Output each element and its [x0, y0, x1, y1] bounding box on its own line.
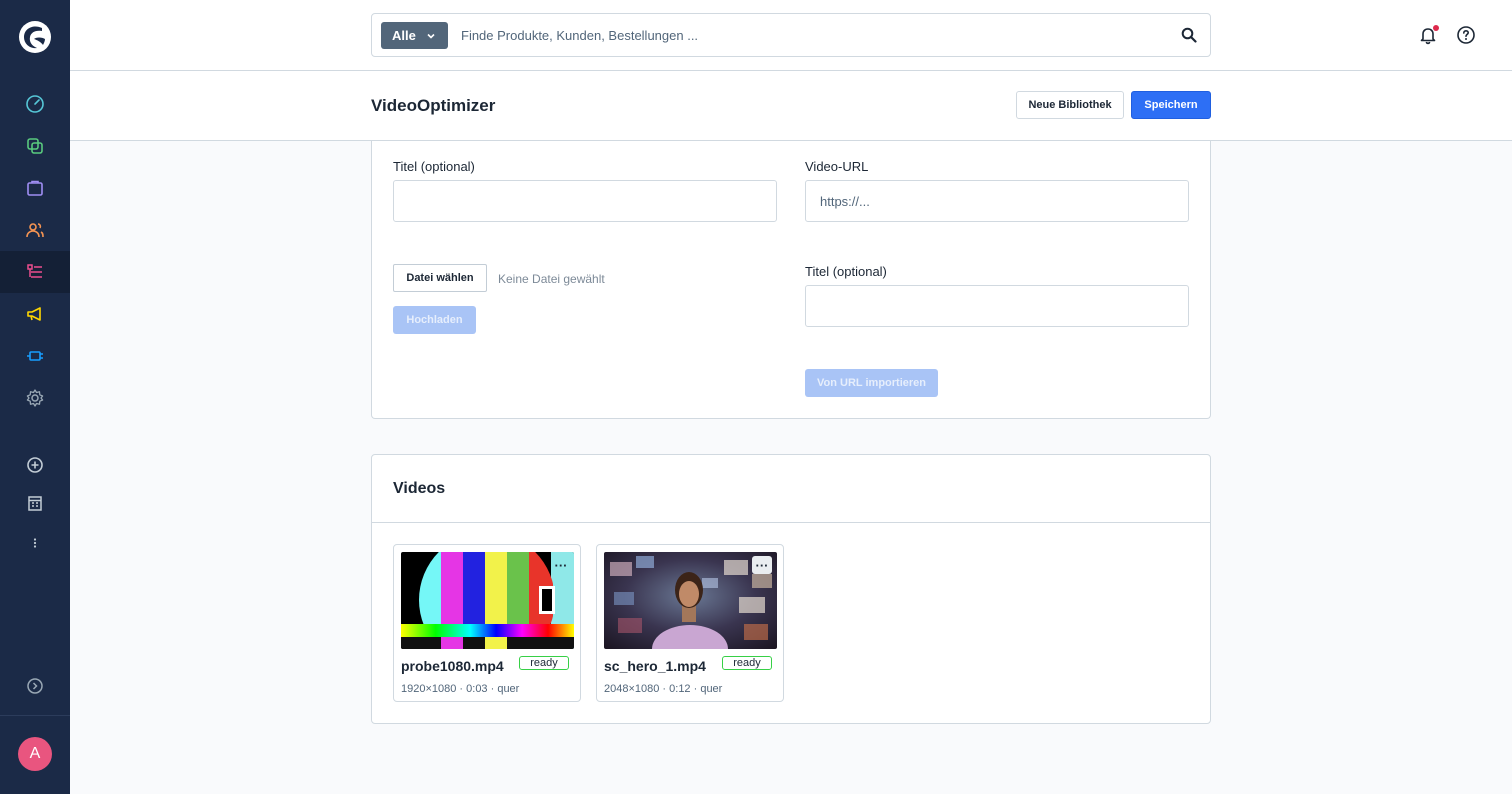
nav-catalogues[interactable]: [0, 125, 70, 167]
import-from-url-button[interactable]: Von URL importieren: [805, 369, 938, 397]
video-meta: 1920×1080 · 0:03 · quer: [401, 683, 520, 695]
search-type-select[interactable]: Alle: [381, 22, 448, 49]
nav-add-sales-channel[interactable]: [0, 444, 70, 486]
notification-dot: [1433, 25, 1439, 31]
video-url-input[interactable]: [805, 180, 1189, 222]
shopping-bag-icon: [27, 180, 43, 196]
global-search: Alle: [371, 13, 1211, 57]
nav-storefront[interactable]: [0, 482, 70, 524]
gauge-icon: [26, 95, 44, 113]
nav-more[interactable]: [0, 522, 70, 564]
search-type-label: Alle: [392, 28, 416, 43]
new-library-button[interactable]: Neue Bibliothek: [1016, 91, 1124, 119]
choose-file-button[interactable]: Datei wählen: [393, 264, 487, 292]
page-title: VideoOptimizer: [371, 96, 496, 115]
users-icon: [26, 223, 44, 238]
plus-circle-icon: [27, 457, 43, 473]
gear-icon: [26, 389, 44, 407]
vertical-dots-icon: [33, 538, 37, 548]
upload-title-label: Titel (optional): [393, 159, 475, 174]
nav-orders[interactable]: [0, 167, 70, 209]
upload-title-input[interactable]: [393, 180, 777, 222]
nav-customers[interactable]: [0, 209, 70, 251]
video-url-label: Video-URL: [805, 159, 869, 174]
user-avatar[interactable]: A: [18, 737, 52, 771]
test-pattern-image: [401, 552, 574, 649]
copy-icon: [27, 138, 43, 154]
video-meta: 2048×1080 · 0:12 · quer: [604, 683, 723, 695]
status-badge: ready: [722, 656, 772, 670]
videos-title: Videos: [393, 480, 446, 497]
status-badge: ready: [519, 656, 569, 670]
url-title-label: Titel (optional): [805, 264, 887, 279]
upload-button[interactable]: Hochladen: [393, 306, 476, 334]
video-name: probe1080.mp4: [401, 658, 504, 674]
video-more-button[interactable]: ···: [752, 556, 772, 574]
url-title-input[interactable]: [805, 285, 1189, 327]
content-list-icon: [27, 264, 42, 278]
nav-content[interactable]: [0, 251, 70, 293]
help-circle-icon[interactable]: [1456, 25, 1476, 45]
top-header: Alle: [70, 0, 1512, 71]
video-more-button[interactable]: ···: [551, 556, 571, 574]
nav-help-toggle[interactable]: [0, 665, 70, 707]
storefront-icon: [28, 496, 42, 511]
card-divider: [372, 522, 1210, 523]
chevron-down-icon: [427, 33, 435, 39]
video-tile[interactable]: ··· sc_hero_1.mp4 ready 2048×1080 · 0:12…: [596, 544, 784, 702]
sidebar-divider: [0, 715, 70, 716]
admin-sidebar: A: [0, 0, 70, 794]
search-input[interactable]: [461, 14, 1161, 56]
chevron-circle-icon: [27, 678, 43, 694]
nav-marketing[interactable]: [0, 293, 70, 335]
videos-card: Videos ··· probe1080.mp4 ready 1920×1080…: [371, 454, 1211, 724]
plug-icon: [27, 351, 43, 361]
video-thumbnail[interactable]: [401, 552, 574, 649]
nav-extensions[interactable]: [0, 335, 70, 377]
nav-settings[interactable]: [0, 377, 70, 419]
nav-dashboard[interactable]: [0, 83, 70, 125]
shopware-logo-icon[interactable]: [18, 20, 52, 54]
video-name: sc_hero_1.mp4: [604, 658, 706, 674]
smart-bar: VideoOptimizer Neue Bibliothek Speichern: [70, 71, 1512, 141]
no-file-text: Keine Datei gewählt: [498, 272, 605, 286]
upload-card: Titel (optional) Datei wählen Keine Date…: [371, 141, 1211, 419]
search-icon[interactable]: [1181, 27, 1197, 43]
video-tile[interactable]: ··· probe1080.mp4 ready 1920×1080 · 0:03…: [393, 544, 581, 702]
save-button[interactable]: Speichern: [1131, 91, 1211, 119]
megaphone-icon: [27, 307, 41, 321]
